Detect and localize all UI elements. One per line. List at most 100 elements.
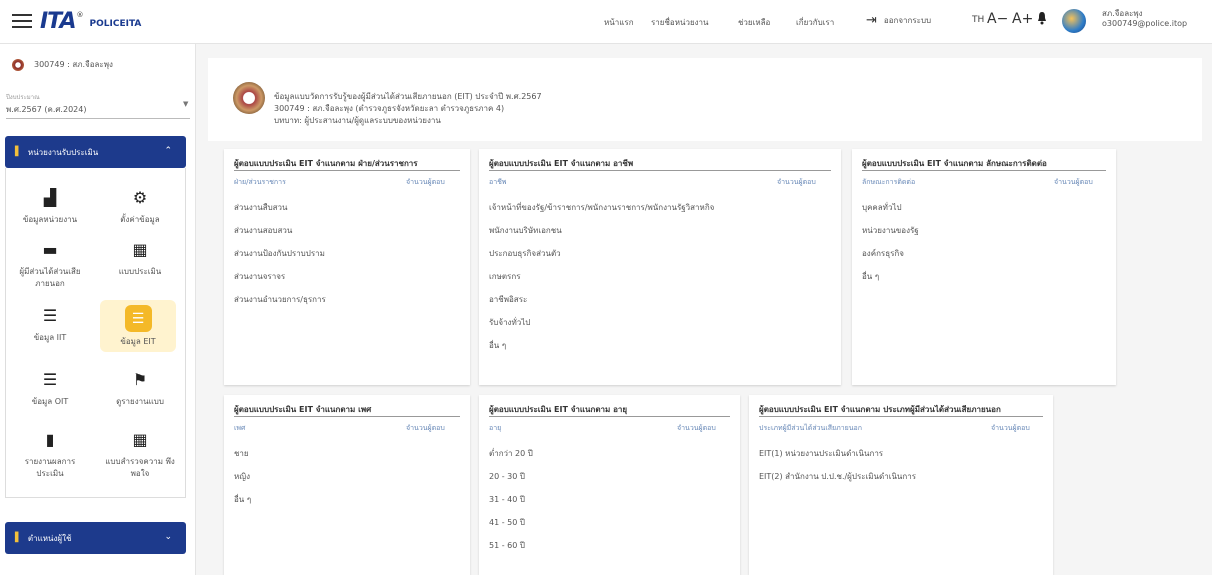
user-email: o300749@police.itop xyxy=(1102,19,1188,28)
card-by-division: ผู้ตอบแบบประเมิน EIT จำแนกตาม ฝ่าย/ส่วนร… xyxy=(224,149,470,385)
sidebar-section-label: หน่วยงานรับประเมิน xyxy=(27,147,99,157)
card-divider xyxy=(234,170,460,171)
logo-text: POLICEITA xyxy=(89,19,142,29)
list-item: EIT(1) หน่วยงานประเมินดำเนินการ xyxy=(759,449,884,458)
tile-label: ผู้มีส่วนได้ส่วนเสีย ภายนอก xyxy=(19,267,81,288)
checklist-icon: ☰ xyxy=(42,306,58,325)
logo-mark: ITA xyxy=(40,9,77,34)
sidebar-section-assessed-unit[interactable]: ▌ หน่วยงานรับประเมิน ⌃ xyxy=(5,136,186,168)
list-item: รับจ้างทั่วไป xyxy=(489,318,531,327)
tile-label: ดูรายงานแบบ xyxy=(116,397,164,406)
tile-iit-data[interactable]: ☰ ข้อมูล IIT xyxy=(12,306,88,344)
bar-chart-icon: ▮ xyxy=(45,430,55,449)
role-line: บทบาท: ผู้ประสานงาน/ผู้ดูแลระบบของหน่วยง… xyxy=(274,116,441,125)
sidebar-section-user-role[interactable]: ▌ ตำแหน่งผู้ใช้ ⌄ xyxy=(5,522,186,554)
logout-button[interactable]: ⇥ ออกจากระบบ xyxy=(866,13,931,28)
tile-label: ข้อมูล EIT xyxy=(120,337,156,346)
station-emblem-icon xyxy=(12,58,24,71)
tile-settings[interactable]: ⚙ ตั้งค่าข้อมูล xyxy=(102,188,178,226)
list-item: 31 - 40 ปี xyxy=(489,495,525,504)
year-select[interactable]: พ.ศ.2567 (ค.ศ.2024) xyxy=(6,103,86,116)
list-item: ประกอบธุรกิจส่วนตัว xyxy=(489,249,561,258)
card-title: ผู้ตอบแบบประเมิน EIT จำแนกตาม อายุ xyxy=(489,405,628,414)
list-item: ชาย xyxy=(234,449,249,458)
card-by-gender: ผู้ตอบแบบประเมิน EIT จำแนกตาม เพศ เพศ จำ… xyxy=(224,395,470,575)
list-item: ส่วนงานอำนวยการ/ธุรการ xyxy=(234,295,326,304)
tile-oit-data[interactable]: ☰ ข้อมูล OIT xyxy=(12,370,88,408)
nav-agency-list[interactable]: รายชื่อหน่วยงาน xyxy=(651,16,709,29)
column-header: จำนวนผู้ตอบ xyxy=(991,424,1030,432)
tile-label: ตั้งค่าข้อมูล xyxy=(120,215,160,224)
list-item: เจ้าหน้าที่ของรัฐ/ข้าราชการ/พนักงานราชกา… xyxy=(489,203,715,212)
bell-icon[interactable] xyxy=(1037,11,1047,25)
tile-view-report-form[interactable]: ⚑ ดูรายงานแบบ xyxy=(102,370,178,408)
flag-icon: ▌ xyxy=(15,533,22,543)
nav-help[interactable]: ช่วยเหลือ xyxy=(738,16,770,29)
logo-registered: ® xyxy=(76,11,84,19)
qr-icon: ▦ xyxy=(132,430,148,449)
main-content: ข้อมูลแบบวัดการรับรู้ของผู้มีส่วนได้ส่วน… xyxy=(196,44,1212,575)
font-increase-button[interactable]: A+ xyxy=(1012,11,1033,27)
avatar[interactable] xyxy=(1062,9,1086,33)
tile-eit-data[interactable]: ☰ ข้อมูล EIT xyxy=(100,300,176,352)
list-item: อื่น ๆ xyxy=(489,341,507,350)
sidebar-section-label: ตำแหน่งผู้ใช้ xyxy=(27,533,72,543)
list-item: หญิง xyxy=(234,472,250,481)
tile-agency-info[interactable]: ▟ ข้อมูลหน่วยงาน xyxy=(12,188,88,226)
column-header: จำนวนผู้ตอบ xyxy=(677,424,716,432)
tile-satisfaction-survey[interactable]: ▦ แบบสำรวจความ พึงพอใจ xyxy=(102,430,178,480)
card-by-occupation: ผู้ตอบแบบประเมิน EIT จำแนกตาม อาชีพ อาชี… xyxy=(479,149,841,385)
list-item: อื่น ๆ xyxy=(234,495,252,504)
card-divider xyxy=(862,170,1106,171)
settings-icon: ⚙ xyxy=(132,188,148,207)
qr-icon: ▦ xyxy=(132,240,148,259)
year-select-underline xyxy=(6,118,190,119)
flag-icon: ⚑ xyxy=(132,370,148,389)
column-header: จำนวนผู้ตอบ xyxy=(406,424,445,432)
font-decrease-button[interactable]: A− xyxy=(987,11,1008,27)
sidebar: 300749 : สภ.จือละพุง ปีงบประมาณ พ.ศ.2567… xyxy=(0,44,196,575)
column-header: ประเภทผู้มีส่วนได้ส่วนเสียภายนอก xyxy=(759,424,862,432)
logout-icon: ⇥ xyxy=(866,13,877,28)
tile-label: แบบสำรวจความ พึงพอใจ xyxy=(105,457,175,478)
menu-icon[interactable] xyxy=(12,12,32,30)
tile-label: แบบประเมิน xyxy=(118,267,162,276)
card-title: ผู้ตอบแบบประเมิน EIT จำแนกตาม ลักษณะการต… xyxy=(862,159,1047,168)
chevron-up-icon: ⌃ xyxy=(164,146,172,156)
year-select-label: ปีงบประมาณ xyxy=(6,94,40,101)
caret-down-icon[interactable]: ▼ xyxy=(183,100,188,108)
list-item: องค์กรธุรกิจ xyxy=(862,249,904,258)
list-item: 51 - 60 ปี xyxy=(489,541,525,550)
card-title: ผู้ตอบแบบประเมิน EIT จำแนกตาม เพศ xyxy=(234,405,372,414)
card-by-stakeholder-type: ผู้ตอบแบบประเมิน EIT จำแนกตาม ประเภทผู้ม… xyxy=(749,395,1053,575)
chevron-down-icon: ⌄ xyxy=(164,532,172,542)
nav-home[interactable]: หน้าแรก xyxy=(604,16,634,29)
flag-icon: ▌ xyxy=(15,147,22,157)
list-item: ต่ำกว่า 20 ปี xyxy=(489,449,533,458)
checklist-icon: ☰ xyxy=(42,370,58,389)
column-header: เพศ xyxy=(234,424,246,432)
list-item: ส่วนงานจราจร xyxy=(234,272,286,281)
column-header: ลักษณะการติดต่อ xyxy=(862,178,916,186)
tile-external-stakeholder[interactable]: ▬ ผู้มีส่วนได้ส่วนเสีย ภายนอก xyxy=(12,240,88,290)
list-item: 41 - 50 ปี xyxy=(489,518,525,527)
tile-assessment-form[interactable]: ▦ แบบประเมิน xyxy=(102,240,178,278)
store-icon: ▬ xyxy=(42,240,58,259)
tile-assessment-report[interactable]: ▮ รายงานผลการ ประเมิน xyxy=(12,430,88,480)
card-divider xyxy=(489,170,831,171)
card-divider xyxy=(489,416,730,417)
tile-label: ข้อมูล OIT xyxy=(31,397,69,406)
top-bar: ITA ® POLICEITA หน้าแรก รายชื่อหน่วยงาน … xyxy=(0,0,1212,44)
logo[interactable]: ITA ® POLICEITA xyxy=(40,9,141,34)
list-item: ส่วนงานป้องกันปราบปราม xyxy=(234,249,325,258)
language-toggle[interactable]: TH xyxy=(972,15,984,25)
sidebar-user-label: 300749 : สภ.จือละพุง xyxy=(34,60,113,69)
tile-label: ข้อมูล IIT xyxy=(33,333,67,342)
card-by-contact: ผู้ตอบแบบประเมิน EIT จำแนกตาม ลักษณะการต… xyxy=(852,149,1116,385)
column-header: จำนวนผู้ตอบ xyxy=(1054,178,1093,186)
card-divider xyxy=(759,416,1043,417)
nav-about[interactable]: เกี่ยวกับเรา xyxy=(796,16,834,29)
card-title: ผู้ตอบแบบประเมิน EIT จำแนกตาม ประเภทผู้ม… xyxy=(759,405,1001,414)
card-title: ผู้ตอบแบบประเมิน EIT จำแนกตาม อาชีพ xyxy=(489,159,634,168)
list-item: ส่วนงานสืบสวน xyxy=(234,203,288,212)
